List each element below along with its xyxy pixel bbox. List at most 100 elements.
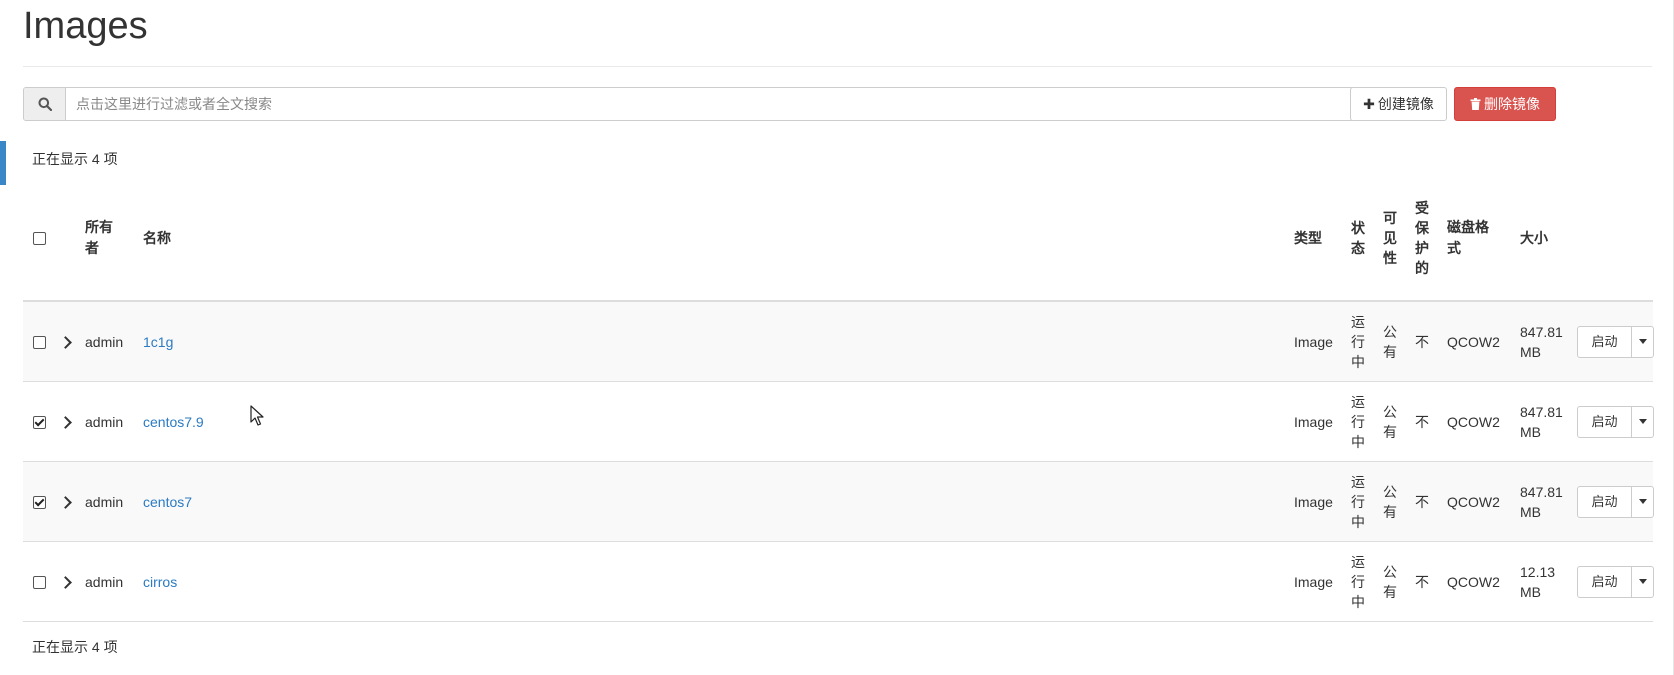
header-actions [1573,176,1653,302]
launch-dropdown-toggle[interactable] [1632,487,1653,517]
search-icon [38,97,52,111]
cell-disk-format: QCOW2 [1443,461,1516,542]
launch-split-button: 启动 [1577,485,1654,518]
select-all-cell [23,176,57,302]
page-title: Images [23,5,148,47]
cell-owner: admin [81,381,139,462]
chevron-right-icon[interactable] [59,335,72,349]
image-name-link[interactable]: centos7.9 [143,414,204,430]
cell-type: Image [1290,381,1347,462]
launch-button[interactable]: 启动 [1578,326,1632,357]
table-row[interactable]: admin centos7 Image 运行中 公有 不 QCOW2 847.8… [23,461,1654,542]
cell-disk-format: QCOW2 [1443,381,1516,462]
expand-cell [57,300,81,382]
launch-button[interactable]: 启动 [1578,406,1632,437]
caret-down-icon [1638,499,1647,504]
row-checkbox[interactable] [33,576,46,590]
row-select-cell [23,300,57,382]
header-protected[interactable]: 受保护的 [1411,176,1443,302]
item-count-bottom: 正在显示 4 项 [32,639,118,655]
row-select-cell [23,381,57,462]
plus-icon: ✚ [1363,95,1375,112]
table-row[interactable]: admin 1c1g Image 运行中 公有 不 QCOW2 847.81 M… [23,300,1654,382]
cell-disk-format: QCOW2 [1443,300,1516,382]
launch-button[interactable]: 启动 [1578,566,1632,597]
launch-dropdown-toggle[interactable] [1632,567,1653,597]
create-image-label: 创建镜像 [1377,96,1434,112]
images-page: Images ✖ ✚ 创建镜像 [0,0,1674,675]
caret-down-icon [1638,419,1647,424]
image-name-link[interactable]: cirros [143,574,177,590]
cell-protected: 不 [1411,300,1443,382]
cell-owner: admin [81,541,139,622]
cell-status: 运行中 [1347,300,1379,382]
header-name[interactable]: 名称 [139,176,1290,302]
cell-owner: admin [81,300,139,382]
chevron-right-icon[interactable] [59,575,72,589]
header-disk-format[interactable]: 磁盘格式 [1443,176,1516,302]
search-addon [24,88,66,120]
cell-name: cirros [139,541,1290,622]
row-select-cell [23,461,57,542]
cell-type: Image [1290,461,1347,542]
table-header-row: 所有者 名称 类型 状态 可见性 受保护的 磁盘格式 大小 [23,176,1653,302]
expand-header [57,176,81,302]
cell-actions: 启动 [1573,381,1654,462]
delete-images-label: 删除镜像 [1484,96,1540,112]
select-all-checkbox[interactable] [33,232,46,246]
cell-disk-format: QCOW2 [1443,541,1516,622]
trash-icon [1470,98,1481,110]
images-table: 所有者 名称 类型 状态 可见性 受保护的 磁盘格式 大小 admin 1c1g [23,176,1654,622]
cell-status: 运行中 [1347,381,1379,462]
launch-button[interactable]: 启动 [1578,486,1632,517]
content-area: Images ✖ ✚ 创建镜像 [23,0,1654,655]
cell-size: 847.81 MB [1516,300,1573,382]
launch-split-button: 启动 [1577,405,1654,438]
chevron-right-icon[interactable] [59,415,72,429]
cell-visibility: 公有 [1379,461,1411,542]
image-name-link[interactable]: centos7 [143,494,192,510]
header-type[interactable]: 类型 [1290,176,1347,302]
search-input[interactable] [66,88,1405,120]
launch-split-button: 启动 [1577,325,1654,358]
cell-protected: 不 [1411,541,1443,622]
cell-protected: 不 [1411,461,1443,542]
cell-protected: 不 [1411,381,1443,462]
item-count-top: 正在显示 4 项 [32,151,118,167]
launch-dropdown-toggle[interactable] [1632,327,1653,357]
header-size[interactable]: 大小 [1516,176,1573,302]
expand-cell [57,461,81,542]
cell-visibility: 公有 [1379,381,1411,462]
cell-size: 12.13 MB [1516,541,1573,622]
cell-owner: admin [81,461,139,542]
expand-cell [57,381,81,462]
image-name-link[interactable]: 1c1g [143,334,173,350]
cell-type: Image [1290,300,1347,382]
cell-name: centos7.9 [139,381,1290,462]
cell-visibility: 公有 [1379,300,1411,382]
row-checkbox[interactable] [33,416,46,430]
cell-actions: 启动 [1573,541,1654,622]
row-checkbox[interactable] [33,336,46,350]
cell-actions: 启动 [1573,300,1654,382]
chevron-right-icon[interactable] [59,495,72,509]
row-checkbox[interactable] [33,496,46,510]
create-image-button[interactable]: ✚ 创建镜像 [1350,87,1447,121]
launch-split-button: 启动 [1577,565,1654,598]
table-row[interactable]: admin cirros Image 运行中 公有 不 QCOW2 12.13 … [23,541,1654,622]
left-accent-bar [0,141,6,185]
header-visibility[interactable]: 可见性 [1379,176,1411,302]
header-owner[interactable]: 所有者 [81,176,139,302]
caret-down-icon [1638,339,1647,344]
title-divider [23,66,1652,67]
expand-cell [57,541,81,622]
header-status[interactable]: 状态 [1347,176,1379,302]
cell-status: 运行中 [1347,461,1379,542]
launch-dropdown-toggle[interactable] [1632,407,1653,437]
mouse-cursor-icon [250,405,264,426]
delete-images-button[interactable]: 删除镜像 [1454,87,1556,121]
caret-down-icon [1638,579,1647,584]
table-row[interactable]: admin centos7.9 Image 运行中 公有 不 QCOW2 847… [23,381,1654,462]
cell-size: 847.81 MB [1516,461,1573,542]
cell-size: 847.81 MB [1516,381,1573,462]
